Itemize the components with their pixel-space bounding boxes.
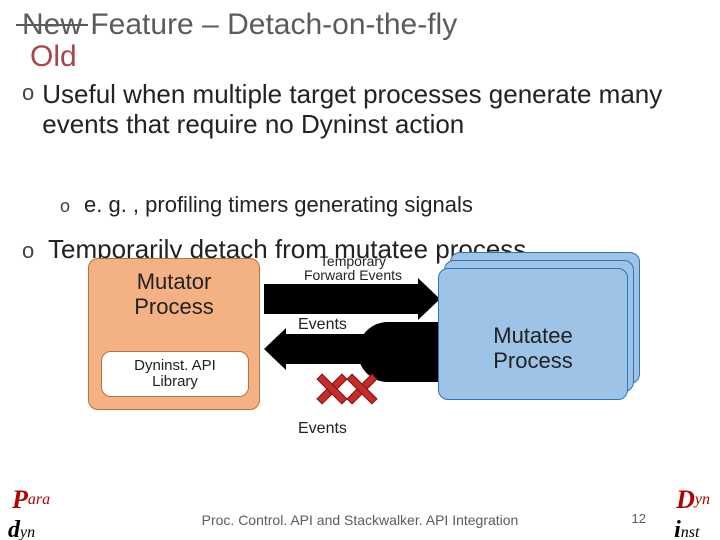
detach-label-top: Temporary: [283, 254, 423, 268]
arrow-detach: [264, 284, 424, 314]
events-label-bottom: Events: [298, 420, 347, 438]
bullet-marker: o: [22, 238, 40, 264]
logo-text: yn: [695, 491, 710, 508]
bullet-marker: o: [22, 80, 34, 140]
x-mark-icon: [316, 374, 344, 402]
bullet-1: o Useful when multiple target processes …: [22, 80, 696, 140]
logo-text: D: [676, 485, 695, 514]
bullet-2-text: e. g. , profiling timers generating sign…: [78, 192, 473, 218]
library-box: Dyninst. API Library: [101, 351, 249, 397]
events-label-top: Events: [298, 316, 347, 334]
dyninst-logo: Dyn inst: [676, 490, 710, 530]
mutatee-stack: Mutatee Process: [438, 252, 638, 402]
arrow-events-back: [280, 334, 440, 364]
bullet-1-text: Useful when multiple target processes ge…: [34, 80, 696, 140]
x-mark-icon: [346, 374, 374, 402]
slide-subtitle-old: Old: [30, 40, 77, 74]
mutatee-card-front: Mutatee Process: [438, 268, 628, 400]
footer-text: Proc. Control. API and Stackwalker. API …: [0, 512, 720, 528]
mutator-box: Mutator Process Dyninst. API Library: [88, 258, 260, 410]
footer: Para dyn Proc. Control. API and Stackwal…: [0, 486, 720, 540]
logo-text: ara: [28, 491, 50, 508]
logo-text: P: [12, 485, 28, 514]
mutatee-label: Mutatee Process: [493, 295, 573, 374]
logo-text: i: [674, 517, 681, 540]
library-label: Dyninst. API Library: [134, 358, 216, 391]
page-number: 12: [632, 511, 646, 526]
strike-line: [16, 24, 88, 26]
diagram: Mutator Process Dyninst. API Library Tem…: [88, 258, 648, 458]
bullet-marker: o: [60, 196, 78, 217]
logo-text: nst: [681, 524, 700, 540]
mutator-label: Mutator Process: [89, 269, 259, 320]
bullet-2: o e. g. , profiling timers generating si…: [60, 192, 696, 218]
